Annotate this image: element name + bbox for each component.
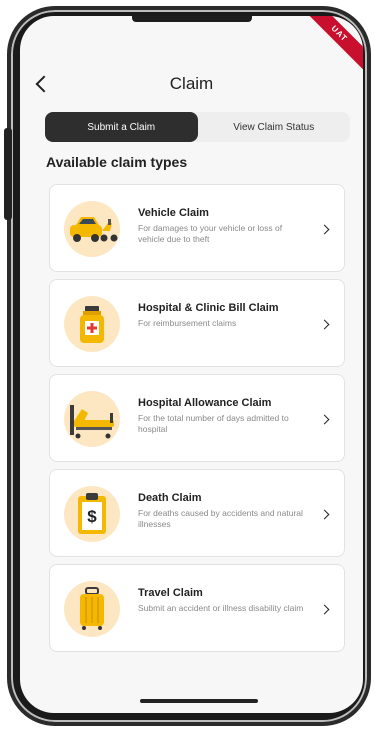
app-screen: UAT Claim Submit a Claim View Claim Stat… — [20, 16, 363, 713]
claim-title: Hospital Allowance Claim — [138, 397, 272, 409]
claim-title: Travel Claim — [138, 587, 203, 599]
home-indicator[interactable] — [140, 699, 258, 703]
chevron-right-icon — [319, 414, 330, 425]
chevron-right-icon — [319, 509, 330, 520]
suitcase-icon — [64, 581, 120, 637]
claim-tabs: Submit a Claim View Claim Status — [45, 112, 350, 142]
claim-card-hospital-allowance[interactable]: Hospital Allowance Claim For the total n… — [49, 374, 345, 462]
claim-text: Hospital Allowance Claim For the total n… — [138, 397, 310, 435]
claim-card-death[interactable]: $ Death Claim For deaths caused by accid… — [49, 469, 345, 557]
tab-submit-claim[interactable]: Submit a Claim — [45, 112, 198, 142]
claim-description: For deaths caused by accidents and natur… — [138, 508, 303, 529]
claim-text: Hospital & Clinic Bill Claim For reimbur… — [138, 302, 310, 329]
car-scooter-icon — [64, 201, 120, 257]
claim-card-hospital-clinic-bill[interactable]: Hospital & Clinic Bill Claim For reimbur… — [49, 279, 345, 367]
claim-text: Death Claim For deaths caused by acciden… — [138, 492, 310, 530]
hospital-bed-icon — [64, 391, 120, 447]
chevron-right-icon — [319, 319, 330, 330]
medicine-bottle-icon — [64, 296, 120, 352]
svg-text:$: $ — [87, 507, 97, 526]
claim-text: Travel Claim Submit an accident or illne… — [138, 587, 310, 614]
claim-card-vehicle[interactable]: Vehicle Claim For damages to your vehicl… — [49, 184, 345, 272]
chevron-right-icon — [319, 604, 330, 615]
section-title: Available claim types — [46, 154, 188, 170]
claim-description: For damages to your vehicle or loss of v… — [138, 223, 283, 244]
tab-view-claim-status[interactable]: View Claim Status — [198, 112, 351, 142]
page-title: Claim — [169, 74, 214, 93]
claim-title: Hospital & Clinic Bill Claim — [138, 302, 279, 314]
clipboard-dollar-icon: $ — [64, 486, 120, 542]
claim-description: For reimbursement claims — [138, 318, 237, 328]
claim-type-list: Vehicle Claim For damages to your vehicl… — [49, 184, 345, 659]
speaker-notch — [132, 16, 252, 22]
claim-description: Submit an accident or illness disability… — [138, 603, 304, 613]
app-header: Claim — [20, 72, 363, 102]
chevron-right-icon — [319, 224, 330, 235]
phone-side-button — [4, 128, 12, 220]
claim-text: Vehicle Claim For damages to your vehicl… — [138, 207, 310, 245]
claim-title: Vehicle Claim — [138, 207, 209, 219]
claim-description: For the total number of days admitted to… — [138, 413, 289, 434]
claim-card-travel[interactable]: Travel Claim Submit an accident or illne… — [49, 564, 345, 652]
claim-title: Death Claim — [138, 492, 202, 504]
